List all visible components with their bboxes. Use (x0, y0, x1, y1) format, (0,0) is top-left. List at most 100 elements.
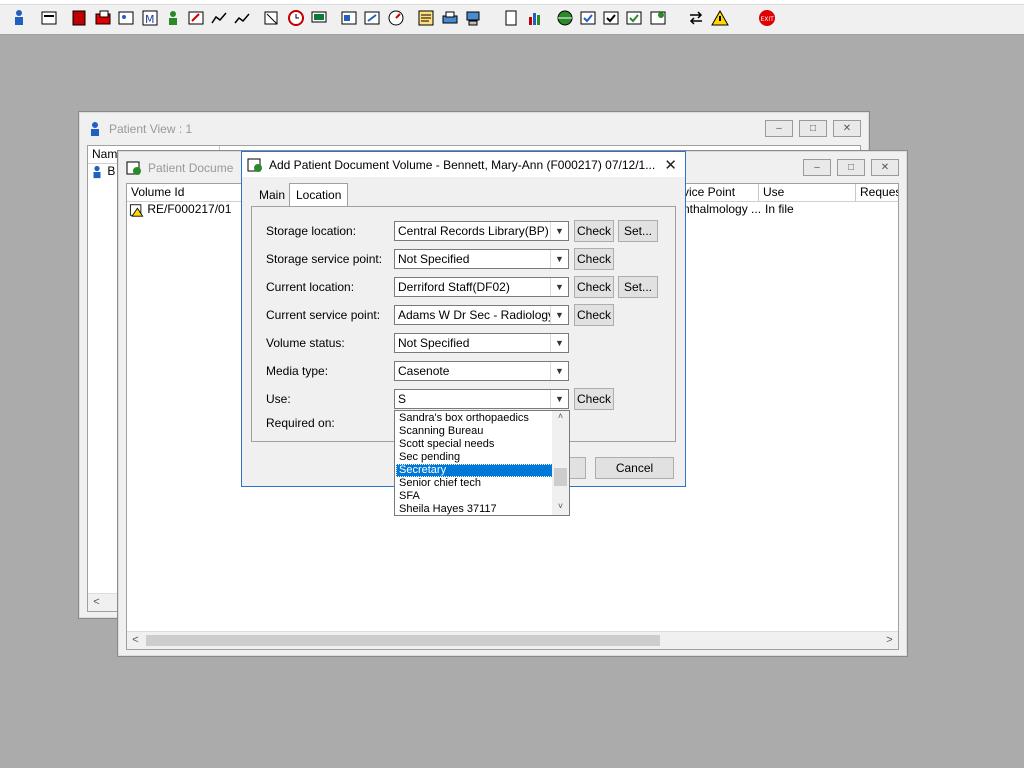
list-item[interactable]: Scanning Bureau (396, 425, 553, 438)
chart2-icon[interactable] (232, 8, 252, 28)
current-service-point-select[interactable]: Adams W Dr Sec - Radiology (10 ▼ (394, 305, 569, 325)
chevron-down-icon[interactable]: ▼ (550, 390, 568, 408)
tab-main[interactable]: Main (253, 184, 291, 206)
list-item[interactable]: Sheila Hayes 37117 (396, 503, 553, 515)
person-icon[interactable] (163, 8, 183, 28)
table-row[interactable]: B (90, 163, 115, 180)
use-select[interactable]: S ▼ (394, 389, 569, 409)
media-type-select[interactable]: Casenote ▼ (394, 361, 569, 381)
minimize-icon[interactable]: – (803, 159, 831, 176)
column-header-use[interactable]: Use (759, 184, 856, 201)
dropdown-scrollbar[interactable]: ˄ ˅ (552, 411, 569, 515)
current-service-point-check-button[interactable]: Check (574, 304, 614, 326)
chart-icon[interactable] (209, 8, 229, 28)
chevron-down-icon[interactable]: ▼ (550, 278, 568, 296)
list-item[interactable]: Sandra's box orthopaedics (396, 412, 553, 425)
chevron-down-icon[interactable]: ˅ (552, 501, 569, 515)
list-item[interactable]: Senior chief tech (396, 477, 553, 490)
maximize-icon[interactable]: □ (799, 120, 827, 137)
m-icon[interactable]: M (140, 8, 160, 28)
storage-service-point-select[interactable]: Not Specified ▼ (394, 249, 569, 269)
cell-use: In file (765, 202, 794, 216)
cancel-button[interactable]: Cancel (595, 457, 674, 479)
card-edit-icon[interactable] (362, 8, 382, 28)
check-doc4-icon[interactable] (648, 8, 668, 28)
minimize-icon[interactable]: – (765, 120, 793, 137)
dialog-titlebar[interactable]: Add Patient Document Volume - Bennett, M… (242, 152, 685, 177)
storage-service-point-check-button[interactable]: Check (574, 248, 614, 270)
document-icon (126, 161, 141, 175)
svg-text:EXIT: EXIT (761, 16, 775, 23)
warning-icon[interactable] (710, 8, 730, 28)
use-check-button[interactable]: Check (574, 388, 614, 410)
table-row[interactable]: RE/F000217/01 (129, 201, 231, 218)
chevron-down-icon[interactable]: ▼ (550, 334, 568, 352)
page-icon[interactable] (501, 8, 521, 28)
list-item[interactable]: Scott special needs (396, 438, 553, 451)
monitor-icon[interactable] (309, 8, 329, 28)
column-header-service-point[interactable]: vice Point (679, 184, 759, 201)
search-doc-icon[interactable] (262, 8, 282, 28)
globe-icon[interactable] (555, 8, 575, 28)
column-header-request[interactable]: Reques (856, 184, 898, 201)
scroll-thumb[interactable] (146, 635, 660, 646)
patient-view-title: Patient View : 1 (109, 122, 193, 136)
svg-text:M: M (145, 13, 155, 26)
patient-view-titlebar[interactable]: Patient View : 1 (79, 112, 869, 146)
clock-icon[interactable] (286, 8, 306, 28)
patient-icon[interactable] (9, 8, 29, 28)
folder-icon[interactable] (93, 8, 113, 28)
dialog-title: Add Patient Document Volume - Bennett, M… (269, 157, 656, 172)
edit-icon[interactable] (186, 8, 206, 28)
cell-service-point: nthalmology ... (683, 202, 762, 216)
notes-icon[interactable] (416, 8, 436, 28)
chevron-down-icon[interactable]: ▼ (550, 250, 568, 268)
gauge-icon[interactable] (386, 8, 406, 28)
scroll-left-icon[interactable]: < (88, 594, 105, 611)
book-icon[interactable] (69, 8, 89, 28)
list-item[interactable]: SFA (396, 490, 553, 503)
horizontal-scrollbar[interactable]: < > (127, 631, 898, 649)
row-name-prefix: B (107, 164, 116, 178)
chevron-down-icon[interactable]: ▼ (550, 222, 568, 240)
patient-icon (91, 122, 99, 136)
main-toolbar: M EXIT (0, 0, 1024, 35)
check-doc3-icon[interactable] (624, 8, 644, 28)
storage-location-check-button[interactable]: Check (574, 220, 614, 242)
close-icon[interactable]: ✕ (833, 120, 861, 137)
scroll-thumb[interactable] (554, 468, 567, 486)
id-card-icon[interactable] (116, 8, 136, 28)
close-icon[interactable]: ✕ (871, 159, 899, 176)
bar-chart-icon[interactable] (525, 8, 545, 28)
network-icon[interactable] (463, 8, 483, 28)
print-icon[interactable] (440, 8, 460, 28)
card-icon[interactable] (339, 8, 359, 28)
use-dropdown-list[interactable]: Sandra's box orthopaedics Scanning Burea… (394, 410, 570, 516)
check-doc-icon[interactable] (578, 8, 598, 28)
close-icon[interactable]: ✕ (664, 156, 677, 174)
column-header-volume-id[interactable]: Volume Id (127, 184, 247, 201)
transfer-icon[interactable] (686, 8, 706, 28)
patient-icon (93, 165, 101, 178)
current-location-check-button[interactable]: Check (574, 276, 614, 298)
storage-location-set-button[interactable]: Set... (618, 220, 658, 242)
document-icon[interactable] (39, 8, 59, 28)
current-location-set-button[interactable]: Set... (618, 276, 658, 298)
horizontal-scrollbar[interactable]: < (88, 593, 118, 611)
chevron-down-icon[interactable]: ▼ (550, 306, 568, 324)
maximize-icon[interactable]: □ (837, 159, 865, 176)
storage-location-select[interactable]: Central Records Library(BP) ▼ (394, 221, 569, 241)
current-location-select[interactable]: Derriford Staff(DF02) ▼ (394, 277, 569, 297)
check-doc2-icon[interactable] (601, 8, 621, 28)
current-service-point-label: Current service point: (266, 308, 381, 322)
list-item[interactable]: Sec pending (396, 451, 553, 464)
chevron-down-icon[interactable]: ▼ (550, 362, 568, 380)
chevron-up-icon[interactable]: ˄ (552, 411, 569, 425)
scroll-left-icon[interactable]: < (127, 632, 144, 649)
tab-location[interactable]: Location (289, 183, 349, 207)
list-item-selected[interactable]: Secretary (396, 464, 553, 477)
window-buttons: – □ ✕ (765, 120, 861, 137)
scroll-right-icon[interactable]: > (881, 632, 898, 649)
exit-icon[interactable]: EXIT (757, 8, 777, 28)
volume-status-select[interactable]: Not Specified ▼ (394, 333, 569, 353)
